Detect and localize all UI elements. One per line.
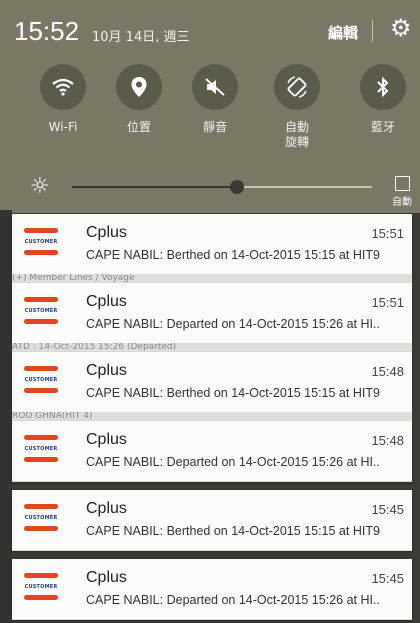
icon-text: CUSTOMER <box>24 377 58 383</box>
icon-bar <box>24 319 58 324</box>
notification-text: CAPE NABIL: Berthed on 14-Oct-2015 15:15… <box>86 524 380 538</box>
notification-text: CAPE NABIL: Departed on 14-Oct-2015 15:2… <box>86 455 380 469</box>
notification-item[interactable]: CUSTOMER Cplus 15:51 CAPE NABIL: Departe… <box>12 283 412 344</box>
icon-text: CUSTOMER <box>24 446 58 452</box>
notification-time: 15:51 <box>371 295 404 310</box>
toggle-bluetooth[interactable]: 藍牙 <box>348 64 418 135</box>
notification-text: CAPE NABIL: Berthed on 14-Oct-2015 15:15… <box>86 386 380 400</box>
rotate-icon <box>274 64 320 110</box>
mute-icon <box>192 64 238 110</box>
icon-bar <box>24 457 58 462</box>
background-text: (+) Member Lines / Voyage <box>12 274 412 283</box>
icon-bar <box>24 297 58 302</box>
notification-text: CAPE NABIL: Departed on 14-Oct-2015 15:2… <box>86 593 380 607</box>
brightness-handle[interactable] <box>230 180 244 194</box>
app-name: Cplus <box>86 500 127 517</box>
location-icon <box>116 64 162 110</box>
icon-text: CUSTOMER <box>24 239 58 245</box>
background-text: ROO GHNA(HIT 4) <box>12 412 412 421</box>
gear-icon[interactable]: ⚙ <box>390 16 412 40</box>
notification-item[interactable]: CUSTOMER Cplus 15:48 CAPE NABIL: Departe… <box>12 421 412 482</box>
divider <box>372 20 373 42</box>
notification-time: 15:48 <box>371 364 404 379</box>
app-icon: CUSTOMER <box>20 433 62 467</box>
notification-text: CAPE NABIL: Berthed on 14-Oct-2015 15:15… <box>86 248 380 262</box>
icon-text: CUSTOMER <box>24 308 58 314</box>
toggle-label: 自動 旋轉 <box>284 120 309 149</box>
notification-item[interactable]: CUSTOMER Cplus 15:48 CAPE NABIL: Berthed… <box>12 352 412 413</box>
app-name: Cplus <box>86 431 127 448</box>
app-name: Cplus <box>86 362 127 379</box>
app-icon: CUSTOMER <box>20 364 62 398</box>
brightness-slider[interactable] <box>72 180 372 194</box>
clock: 15:52 <box>14 16 80 46</box>
icon-bar <box>24 435 58 440</box>
notification-item[interactable]: CUSTOMER Cplus 15:45 CAPE NABIL: Departe… <box>12 559 412 620</box>
notification-time: 15:48 <box>371 433 404 448</box>
icon-bar <box>24 228 58 233</box>
date-label: 10月 14日, 週三 <box>92 30 190 45</box>
app-icon: CUSTOMER <box>20 226 62 260</box>
toggle-mute[interactable]: 靜音 <box>180 64 250 135</box>
notification-item[interactable]: CUSTOMER Cplus 15:45 CAPE NABIL: Berthed… <box>12 490 412 551</box>
icon-bar <box>24 250 58 255</box>
background-text: ATD : 14-Oct-2015 15:26 (Departed) <box>12 343 412 352</box>
bluetooth-icon <box>360 64 406 110</box>
quick-toggles: Wi-Fi 位置 靜音 自動 旋轉 藍牙 <box>0 64 420 168</box>
toggle-auto-rotate[interactable]: 自動 旋轉 <box>262 64 332 150</box>
background-app <box>0 210 12 623</box>
icon-bar <box>24 595 58 600</box>
toggle-label: 位置 <box>126 120 151 134</box>
icon-bar <box>24 504 58 509</box>
toggle-wifi[interactable]: Wi-Fi <box>28 64 98 135</box>
brightness-row: ☼ 自動 <box>0 170 420 210</box>
wifi-icon <box>40 64 86 110</box>
notification-text: CAPE NABIL: Departed on 14-Oct-2015 15:2… <box>86 317 380 331</box>
toggle-label: 靜音 <box>202 120 227 134</box>
toggle-label: 藍牙 <box>370 120 395 134</box>
status-bar: 15:52 10月 14日, 週三 編輯 ⚙ <box>0 0 420 60</box>
brightness-fill <box>72 186 237 188</box>
brightness-icon: ☼ <box>30 174 50 199</box>
icon-text: CUSTOMER <box>24 515 58 521</box>
icon-bar <box>24 526 58 531</box>
checkbox-icon <box>394 176 410 191</box>
toggle-label: Wi-Fi <box>48 120 78 134</box>
notification-time: 15:45 <box>371 502 404 517</box>
icon-bar <box>24 573 58 578</box>
app-icon: CUSTOMER <box>20 571 62 605</box>
icon-text: CUSTOMER <box>24 584 58 590</box>
auto-brightness-checkbox[interactable]: 自動 <box>388 176 416 208</box>
app-name: Cplus <box>86 224 127 241</box>
notification-time: 15:45 <box>371 571 404 586</box>
quick-settings-panel: 15:52 10月 14日, 週三 編輯 ⚙ Wi-Fi 位置 靜音 自動 旋轉… <box>0 0 420 213</box>
app-name: Cplus <box>86 293 127 310</box>
notification-item[interactable]: CUSTOMER Cplus 15:51 CAPE NABIL: Berthed… <box>12 214 412 275</box>
app-icon: CUSTOMER <box>20 295 62 329</box>
notification-time: 15:51 <box>371 226 404 241</box>
app-icon: CUSTOMER <box>20 502 62 536</box>
toggle-location[interactable]: 位置 <box>104 64 174 135</box>
app-name: Cplus <box>86 569 127 586</box>
edit-button[interactable]: 編輯 <box>328 22 358 43</box>
icon-bar <box>24 388 58 393</box>
icon-bar <box>24 366 58 371</box>
auto-brightness-label: 自動 <box>392 197 412 208</box>
